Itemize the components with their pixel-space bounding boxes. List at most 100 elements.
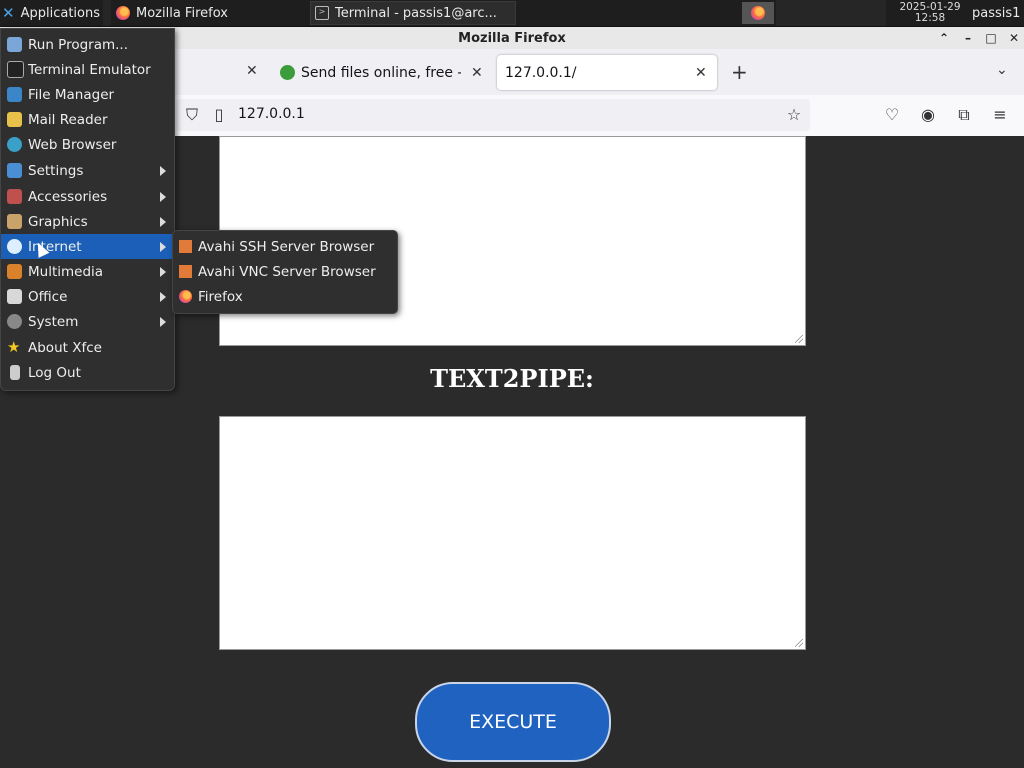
submenu-arrow-icon xyxy=(160,291,166,302)
firefox-icon xyxy=(116,6,130,20)
avahi-icon xyxy=(179,240,192,253)
account-icon[interactable]: ◉ xyxy=(918,105,938,125)
logout-icon xyxy=(10,365,20,380)
system-icon xyxy=(7,314,22,329)
applications-menu-button[interactable]: ✕ Applications xyxy=(2,0,100,26)
submenu-item-label: Firefox xyxy=(198,288,243,305)
submenu-item-firefox[interactable]: Firefox xyxy=(173,284,397,309)
menu-item-run-program[interactable]: Run Program... xyxy=(1,32,174,57)
submenu-arrow-icon xyxy=(160,191,166,202)
menu-item-label: Settings xyxy=(28,162,84,179)
firefox-icon xyxy=(751,6,765,20)
menu-item-web-browser[interactable]: Web Browser xyxy=(1,132,174,157)
submenu-arrow-icon xyxy=(160,165,166,176)
menu-item-label: Run Program... xyxy=(28,36,129,53)
clock-time: 12:58 xyxy=(914,12,946,24)
avahi-icon xyxy=(179,265,192,278)
text2pipe-textarea[interactable] xyxy=(219,416,806,650)
file-manager-icon xyxy=(7,87,22,102)
chevron-up-icon[interactable]: ⌃ xyxy=(936,30,952,46)
tab-label: Send files online, free - T xyxy=(301,64,461,81)
execute-button[interactable]: EXECUTE xyxy=(415,682,611,762)
submenu-item-label: Avahi SSH Server Browser xyxy=(198,238,375,255)
window-title: Mozilla Firefox xyxy=(458,30,566,46)
menu-item-label: Graphics xyxy=(28,213,88,230)
menu-item-label: Accessories xyxy=(28,188,108,205)
url-text[interactable]: 127.0.0.1 xyxy=(238,106,305,122)
menu-item-internet[interactable]: Internet xyxy=(1,234,174,259)
tab-send-files[interactable]: Send files online, free - T ✕ xyxy=(272,55,492,90)
applications-menu: Run Program... Terminal Emulator File Ma… xyxy=(0,28,175,391)
menu-item-label: System xyxy=(28,313,79,330)
mail-icon xyxy=(7,112,22,127)
bookmark-star-icon[interactable]: ☆ xyxy=(784,105,804,125)
taskbar-label: Mozilla Firefox xyxy=(136,5,228,21)
extensions-icon[interactable]: ⧉ xyxy=(954,105,974,125)
menu-item-label: Multimedia xyxy=(28,263,104,280)
web-browser-icon xyxy=(7,137,22,152)
settings-icon xyxy=(7,163,22,178)
new-tab-icon[interactable]: + xyxy=(731,60,748,84)
close-tab-icon[interactable]: ✕ xyxy=(695,65,707,81)
menu-item-label: Mail Reader xyxy=(28,111,108,128)
internet-icon xyxy=(7,239,22,254)
submenu-item-avahi-vnc[interactable]: Avahi VNC Server Browser xyxy=(173,259,397,284)
submenu-item-avahi-ssh[interactable]: Avahi SSH Server Browser xyxy=(173,234,397,259)
menu-item-log-out[interactable]: Log Out xyxy=(1,360,174,385)
menu-item-system[interactable]: System xyxy=(1,309,174,334)
applications-label: Applications xyxy=(20,5,100,21)
firefox-icon xyxy=(179,290,192,303)
menu-item-label: About Xfce xyxy=(28,339,102,356)
graphics-icon xyxy=(7,214,22,229)
submenu-arrow-icon xyxy=(160,266,166,277)
resize-handle-icon[interactable] xyxy=(795,335,803,343)
menu-item-graphics[interactable]: Graphics xyxy=(1,209,174,234)
terminal-icon: > xyxy=(315,6,329,20)
menu-item-label: Log Out xyxy=(28,364,81,381)
menu-item-file-manager[interactable]: File Manager xyxy=(1,82,174,107)
accessories-icon xyxy=(7,189,22,204)
top-panel: ✕ Applications Mozilla Firefox > Termina… xyxy=(0,0,1024,27)
user-menu[interactable]: passis1 xyxy=(972,0,1020,26)
resize-handle-icon[interactable] xyxy=(795,639,803,647)
pocket-icon[interactable]: ♡ xyxy=(882,105,902,125)
submenu-arrow-icon xyxy=(160,216,166,227)
tab-label: 127.0.0.1/ xyxy=(505,64,577,81)
menu-item-settings[interactable]: Settings xyxy=(1,158,174,183)
taskbar-label: Terminal - passis1@arc... xyxy=(335,5,497,21)
multimedia-icon xyxy=(7,264,22,279)
menu-item-mail-reader[interactable]: Mail Reader xyxy=(1,107,174,132)
terminal-icon xyxy=(7,61,24,78)
hamburger-menu-icon[interactable]: ≡ xyxy=(990,105,1010,125)
menu-item-label: File Manager xyxy=(28,86,115,103)
menu-item-label: Web Browser xyxy=(28,136,117,153)
menu-item-about-xfce[interactable]: ★ About Xfce xyxy=(1,335,174,360)
user-name: passis1 xyxy=(972,5,1021,21)
run-icon xyxy=(7,37,22,52)
url-bar[interactable]: ⛉ ▯ 127.0.0.1 ☆ xyxy=(176,99,810,131)
tab-localhost[interactable]: 127.0.0.1/ ✕ xyxy=(497,55,717,90)
menu-item-terminal-emulator[interactable]: Terminal Emulator xyxy=(1,57,174,82)
taskbar-terminal[interactable]: > Terminal - passis1@arc... xyxy=(310,1,516,25)
submenu-item-label: Avahi VNC Server Browser xyxy=(198,263,376,280)
menu-item-accessories[interactable]: Accessories xyxy=(1,184,174,209)
office-icon xyxy=(7,289,22,304)
tray-firefox[interactable] xyxy=(742,2,774,24)
submenu-arrow-icon xyxy=(160,241,166,252)
close-tab-icon[interactable]: ✕ xyxy=(471,65,483,81)
list-tabs-icon[interactable]: ⌄ xyxy=(996,62,1008,78)
internet-submenu: Avahi SSH Server Browser Avahi VNC Serve… xyxy=(172,230,398,314)
panel-spacer xyxy=(776,0,886,26)
maximize-icon[interactable]: □ xyxy=(983,30,999,46)
taskbar-firefox[interactable]: Mozilla Firefox xyxy=(112,0,312,26)
minimize-icon[interactable]: – xyxy=(960,30,976,46)
close-tab-icon[interactable]: ✕ xyxy=(246,63,258,79)
menu-item-office[interactable]: Office xyxy=(1,284,174,309)
panel-separator xyxy=(103,0,111,26)
send-files-favicon-icon xyxy=(280,65,295,80)
close-icon[interactable]: ✕ xyxy=(1006,30,1022,46)
shield-icon[interactable]: ⛉ xyxy=(182,105,202,125)
xfce-logo-icon: ✕ xyxy=(2,4,15,22)
clock[interactable]: 2025-01-29 12:58 xyxy=(888,0,972,26)
menu-item-multimedia[interactable]: Multimedia xyxy=(1,259,174,284)
